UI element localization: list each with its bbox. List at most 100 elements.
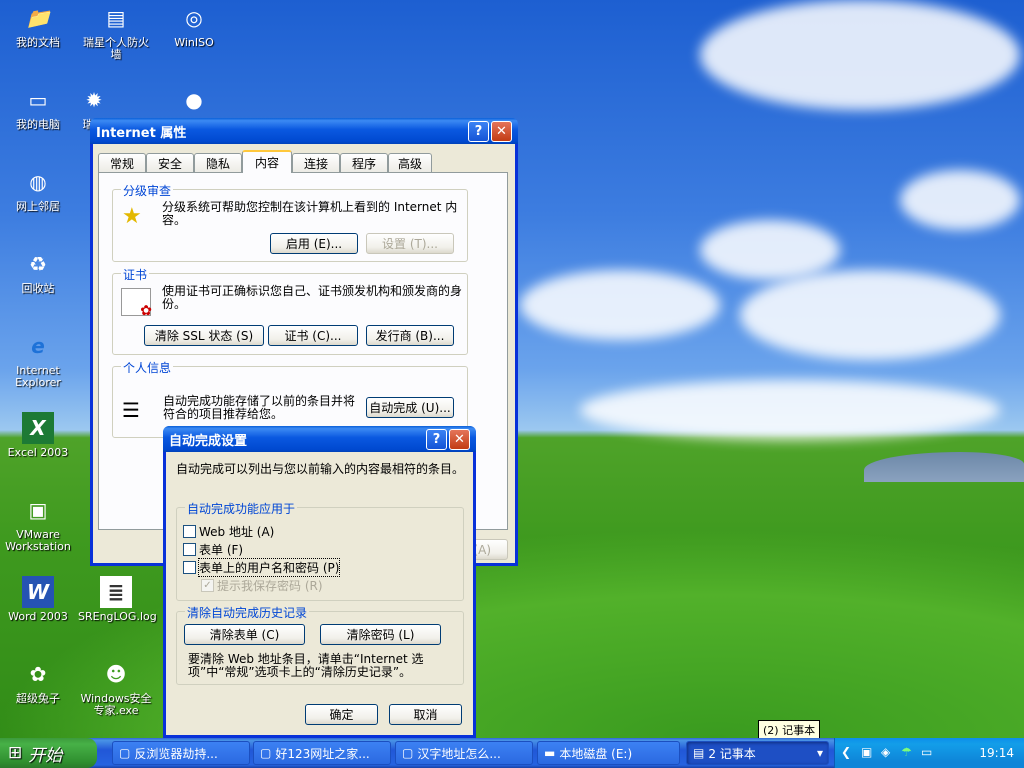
taskbar-item[interactable]: ▤ 2 记事本 ▾: [686, 741, 829, 765]
close-button[interactable]: ✕: [449, 428, 470, 450]
start-button[interactable]: ⊞ 开始: [0, 738, 97, 768]
system-tray: ❮ ▣ ◈ ☂ ▭ 19:14: [834, 738, 1024, 768]
excel-icon: X: [22, 412, 54, 444]
taskbar-item-label: 汉字地址怎么...: [417, 746, 501, 761]
folder-icon: 📁: [25, 6, 51, 30]
group-title: 自动完成功能应用于: [185, 500, 298, 517]
desktop-icon-label: 我的文档: [16, 36, 60, 49]
text-file-icon: ≣: [100, 576, 132, 608]
tab-general[interactable]: 常规: [98, 153, 146, 172]
desktop-icon-label: 回收站: [21, 282, 55, 295]
window-icon: ▢: [402, 746, 414, 760]
checkbox-label: 提示我保存密码 (R): [217, 579, 323, 593]
help-button[interactable]: ?: [468, 120, 489, 142]
penguin-icon: ●: [185, 88, 203, 112]
taskbar-item[interactable]: ▢ 反浏览器劫持...: [112, 741, 250, 765]
network-tray-icon[interactable]: ▣: [861, 745, 872, 759]
desktop-icon-ie[interactable]: e Internet Explorer: [0, 330, 76, 389]
clear-ssl-button[interactable]: 清除 SSL 状态 (S): [144, 325, 264, 346]
group-title: 清除自动完成历史记录: [185, 604, 310, 621]
certificates-description: 使用证书可正确标识您自己、证书颁发机构和颁发商的身份。: [162, 284, 463, 311]
group-title: 个人信息: [121, 359, 174, 376]
settings-button[interactable]: 设置 (T)...: [366, 233, 454, 254]
desktop-icon-super-rabbit[interactable]: ✿ 超级兔子: [0, 658, 76, 705]
certificate-icon: ✿: [121, 288, 152, 319]
tab-content[interactable]: 内容: [242, 150, 292, 173]
checkbox-box[interactable]: [183, 561, 196, 574]
taskbar-item[interactable]: ▢ 汉字地址怎么...: [395, 741, 533, 765]
tray-expand-icon[interactable]: ❮: [841, 745, 851, 759]
autocomplete-intro: 自动完成可以列出与您以前输入的内容最相符的条目。: [176, 462, 465, 476]
desktop-icon-label: 网上邻居: [16, 200, 60, 213]
desktop-icon-label: VMware Workstation: [5, 528, 71, 553]
desktop-icon-recycle-bin[interactable]: ♻ 回收站: [0, 248, 76, 295]
checkbox-box[interactable]: [183, 525, 196, 538]
group-title: 分级审查: [121, 182, 174, 199]
taskbar-item[interactable]: ▢ 好123网址之家...: [253, 741, 391, 765]
desktop-icon-my-computer[interactable]: ▭ 我的电脑: [0, 84, 76, 131]
checkbox-box[interactable]: ✓: [201, 579, 214, 592]
desktop-icon-label: 我的电脑: [16, 118, 60, 131]
prompt-save-password-checkbox[interactable]: ✓ 提示我保存密码 (R): [201, 577, 323, 594]
cancel-button[interactable]: 取消: [389, 704, 462, 725]
rating-star-icon: ★: [122, 204, 142, 229]
desktop-icon-excel[interactable]: X Excel 2003: [0, 412, 76, 459]
taskbar-item[interactable]: ▬ 本地磁盘 (E:): [537, 741, 680, 765]
tab-security[interactable]: 安全: [146, 153, 194, 172]
desktop-icon-my-documents[interactable]: 📁 我的文档: [0, 2, 76, 49]
taskbar-item-label: 本地磁盘 (E:): [559, 746, 633, 761]
desktop-icon-label: WinISO: [174, 36, 214, 49]
web-addresses-checkbox[interactable]: Web 地址 (A): [183, 523, 274, 540]
taskbar-item-label: 好123网址之家...: [275, 746, 370, 761]
desktop-icon-winiso[interactable]: ◎ WinISO: [156, 2, 232, 49]
desktop-icon-network[interactable]: ◍ 网上邻居: [0, 166, 76, 213]
desktop-icon-vmware[interactable]: ▣ VMware Workstation: [0, 494, 76, 553]
desktop-icon-rising-firewall[interactable]: ▤ 瑞星个人防火墙: [78, 2, 154, 61]
taskbar-item-label: 反浏览器劫持...: [134, 746, 218, 761]
ie-icon: e: [31, 334, 45, 358]
forms-checkbox[interactable]: 表单 (F): [183, 541, 243, 558]
checkbox-box[interactable]: [183, 543, 196, 556]
desktop-icon-word[interactable]: W Word 2003: [0, 576, 76, 623]
desktop-icon-label: SREngLOG.log: [78, 610, 157, 623]
recycle-bin-icon: ♻: [29, 252, 47, 276]
umbrella-tray-icon[interactable]: ☂: [901, 745, 912, 759]
start-label: 开始: [28, 745, 63, 766]
tab-privacy[interactable]: 隐私: [194, 153, 242, 172]
title-bar[interactable]: Internet 属性 ? ✕: [90, 118, 518, 144]
drive-icon: ▬: [544, 746, 556, 760]
publishers-button[interactable]: 发行商 (B)...: [366, 325, 454, 346]
checkbox-label: Web 地址 (A): [199, 525, 275, 539]
rabbit-icon: ✿: [29, 662, 47, 686]
enable-button[interactable]: 启用 (E)...: [270, 233, 358, 254]
desktop-icon-qq[interactable]: ●: [156, 84, 232, 119]
display-tray-icon[interactable]: ▭: [921, 745, 932, 759]
vmware-icon: ▣: [28, 498, 48, 522]
usernames-passwords-checkbox[interactable]: 表单上的用户名和密码 (P): [183, 558, 341, 577]
help-button[interactable]: ?: [426, 428, 447, 450]
title-bar[interactable]: 自动完成设置 ? ✕: [163, 426, 476, 452]
dialog-title: 自动完成设置: [169, 433, 248, 449]
certificates-button[interactable]: 证书 (C)...: [268, 325, 358, 346]
clock[interactable]: 19:14: [979, 746, 1014, 760]
autocomplete-description: 自动完成功能存储了以前的条目并将符合的项目推荐给您。: [163, 394, 356, 421]
desktop-icon-windows-security[interactable]: ☻ Windows安全专家.exe: [78, 658, 154, 717]
clear-forms-button[interactable]: 清除表单 (C): [184, 624, 305, 645]
taskbar-item-label: 2 记事本: [708, 746, 756, 761]
word-icon: W: [22, 576, 54, 608]
personal-profile-icon: ☰: [122, 398, 140, 422]
tab-advanced[interactable]: 高级: [388, 153, 432, 172]
tab-programs[interactable]: 程序: [340, 153, 388, 172]
rating-description: 分级系统可帮助您控制在该计算机上看到的 Internet 内容。: [162, 200, 458, 227]
shield-tray-icon[interactable]: ◈: [881, 745, 890, 759]
desktop-icon-label: Word 2003: [8, 610, 68, 623]
desktop-icon-srenglog[interactable]: ≣ SREngLOG.log: [78, 576, 157, 623]
desktop-icon-label: Excel 2003: [7, 446, 69, 459]
firewall-icon: ▤: [106, 6, 126, 30]
lion-icon: ✹: [85, 88, 103, 112]
ok-button[interactable]: 确定: [305, 704, 378, 725]
autocomplete-button[interactable]: 自动完成 (U)...: [366, 397, 454, 418]
tab-connections[interactable]: 连接: [292, 153, 340, 172]
close-button[interactable]: ✕: [491, 120, 512, 142]
clear-passwords-button[interactable]: 清除密码 (L): [320, 624, 441, 645]
